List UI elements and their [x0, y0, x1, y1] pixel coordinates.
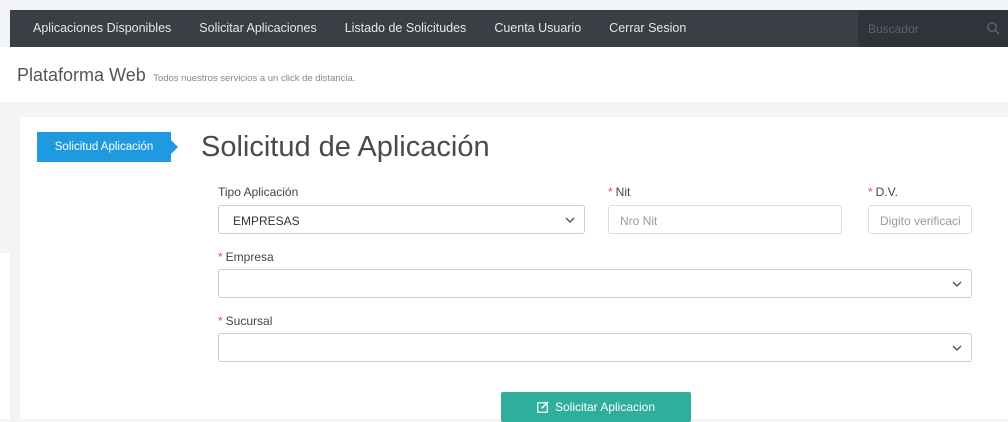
- nit-label: * Nit: [608, 185, 631, 199]
- left-strip: [0, 253, 10, 419]
- nav-listado-solicitudes[interactable]: Listado de Solicitudes: [331, 10, 481, 47]
- chevron-down-icon: [952, 281, 962, 287]
- dv-placeholder: Digito verificaci: [880, 214, 961, 228]
- brand: Plataforma Web Todos nuestros servicios …: [17, 65, 355, 86]
- page-title: Plataforma Web: [17, 65, 146, 85]
- empresa-label: * Empresa: [218, 250, 274, 264]
- sucursal-select[interactable]: [218, 333, 972, 362]
- required-mark: *: [218, 250, 223, 264]
- chevron-down-icon: [565, 217, 575, 223]
- solicitar-aplicacion-label: Solicitar Aplicacion: [554, 400, 656, 414]
- required-mark: *: [868, 185, 873, 199]
- nav-cerrar-sesion[interactable]: Cerrar Sesion: [595, 10, 700, 47]
- tipo-aplicacion-label: Tipo Aplicación: [218, 185, 299, 199]
- nit-placeholder: Nro Nit: [620, 214, 658, 228]
- step-tag: Solicitud Aplicación: [37, 132, 178, 162]
- sucursal-label: * Sucursal: [218, 314, 273, 328]
- required-mark: *: [608, 185, 613, 199]
- edit-icon: [537, 401, 549, 413]
- search-input[interactable]: [858, 20, 980, 37]
- top-navbar: Aplicaciones Disponibles Solicitar Aplic…: [10, 10, 1008, 47]
- dv-label: * D.V.: [868, 185, 898, 199]
- nav-solicitar-aplicaciones[interactable]: Solicitar Aplicaciones: [185, 10, 330, 47]
- chevron-down-icon: [952, 345, 962, 351]
- form-title: Solicitud de Aplicación: [201, 131, 490, 163]
- nav-cuenta-usuario[interactable]: Cuenta Usuario: [480, 10, 595, 47]
- tipo-aplicacion-value: EMPRESAS: [233, 214, 300, 228]
- search-box: [858, 10, 1008, 47]
- nav-aplicaciones-disponibles[interactable]: Aplicaciones Disponibles: [10, 10, 185, 47]
- dv-input[interactable]: Digito verificaci: [868, 205, 972, 234]
- form-card: Solicitud Aplicación Solicitud de Aplica…: [20, 117, 1008, 422]
- page-subtitle: Todos nuestros servicios a un click de d…: [153, 73, 356, 84]
- empresa-select[interactable]: [218, 269, 972, 298]
- page-header: Plataforma Web Todos nuestros servicios …: [0, 47, 1008, 102]
- required-mark: *: [218, 314, 223, 328]
- solicitar-aplicacion-button[interactable]: Solicitar Aplicacion: [501, 392, 691, 422]
- nit-input[interactable]: Nro Nit: [608, 205, 842, 234]
- tipo-aplicacion-select[interactable]: EMPRESAS: [218, 205, 585, 234]
- search-icon[interactable]: [986, 21, 1000, 35]
